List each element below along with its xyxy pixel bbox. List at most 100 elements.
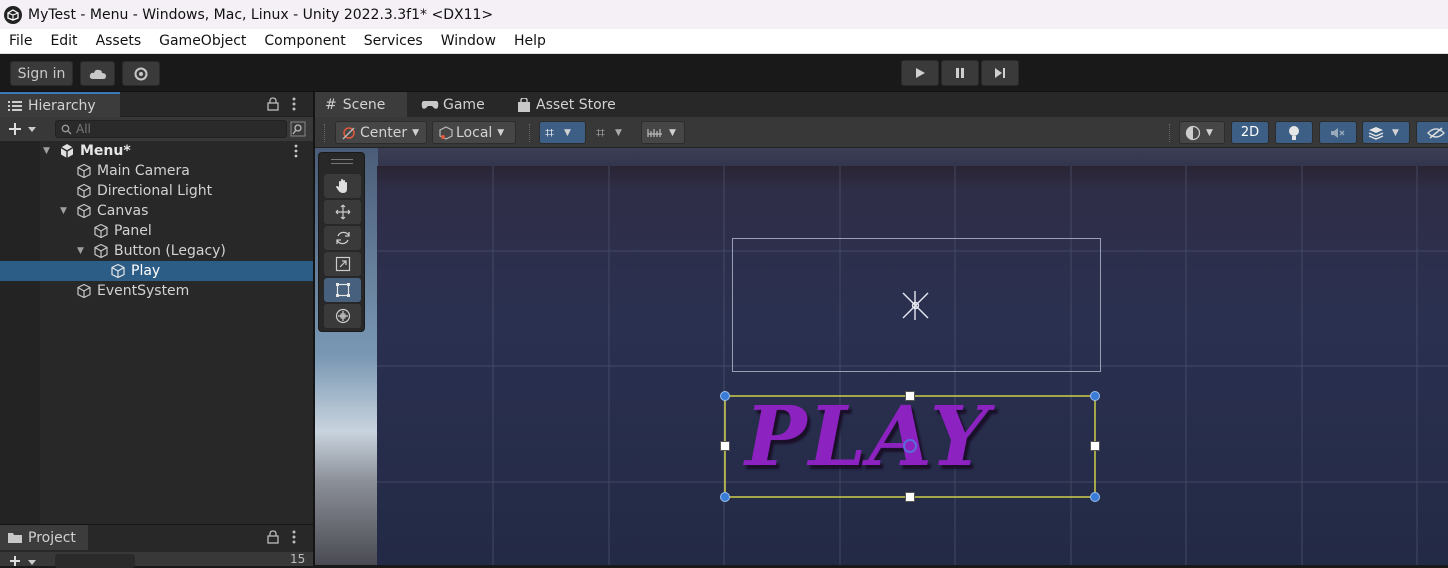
- project-tab-label: Project: [28, 529, 76, 546]
- palette-grip[interactable]: [331, 159, 353, 164]
- grid-snap-toggle[interactable]: ⌗ ▼: [539, 121, 586, 144]
- collab-button[interactable]: [122, 61, 160, 86]
- edge-handle[interactable]: [1090, 441, 1100, 451]
- pivot-dropdown[interactable]: Center ▼: [335, 121, 427, 144]
- rect-pivot-icon: [902, 291, 929, 320]
- menu-services[interactable]: Services: [355, 33, 432, 49]
- tool-palette: [318, 152, 365, 332]
- tab-asset-store[interactable]: Asset Store: [508, 92, 626, 117]
- chevron-down-icon: ▼: [412, 127, 420, 138]
- corner-handle[interactable]: [1090, 492, 1100, 502]
- tab-asset-store-label: Asset Store: [536, 96, 616, 113]
- pause-button[interactable]: [941, 60, 979, 86]
- toolbar-separator: [529, 124, 531, 142]
- hierarchy-item[interactable]: Directional Light: [0, 181, 313, 201]
- hierarchy-item[interactable]: ▼ Button (Legacy): [0, 241, 313, 261]
- move-arrows-icon: [335, 204, 350, 220]
- sign-in-button[interactable]: Sign in: [10, 61, 73, 86]
- play-button-text[interactable]: PLAY: [745, 396, 990, 478]
- corner-handle[interactable]: [1090, 391, 1100, 401]
- chevron-down-icon: ▼: [1392, 127, 1399, 138]
- cloud-button[interactable]: [80, 61, 115, 86]
- menu-file[interactable]: File: [0, 33, 41, 49]
- scene-name: Menu*: [80, 143, 131, 159]
- hand-tool[interactable]: [324, 174, 361, 198]
- tab-game[interactable]: Game: [411, 92, 495, 117]
- list-icon: [8, 100, 22, 111]
- kebab-menu-icon[interactable]: [291, 530, 297, 544]
- expand-arrow-icon[interactable]: ▼: [43, 146, 53, 156]
- edge-handle[interactable]: [720, 441, 730, 451]
- gear-icon: [134, 67, 148, 80]
- lock-icon[interactable]: [267, 97, 279, 111]
- project-search-input[interactable]: [55, 554, 135, 568]
- gameobject-cube-icon: [77, 203, 91, 219]
- rotate-tool[interactable]: [324, 226, 361, 250]
- hierarchy-item[interactable]: Panel: [0, 221, 313, 241]
- hierarchy-search-row: All: [0, 117, 313, 141]
- add-icon[interactable]: [8, 122, 38, 136]
- step-button[interactable]: [981, 60, 1019, 86]
- hierarchy-item[interactable]: Main Camera: [0, 161, 313, 181]
- increment-snap-toggle[interactable]: ⌗ ▼: [591, 121, 635, 144]
- tab-project[interactable]: Project: [0, 525, 88, 550]
- edge-handle[interactable]: [905, 492, 915, 502]
- add-icon[interactable]: [8, 554, 38, 566]
- project-panel: Project 15: [0, 524, 313, 568]
- tab-game-label: Game: [443, 96, 485, 113]
- play-button[interactable]: [901, 60, 939, 86]
- menu-edit[interactable]: Edit: [41, 33, 86, 49]
- tab-hierarchy[interactable]: Hierarchy: [0, 92, 120, 117]
- effects-dropdown[interactable]: ▼: [1362, 121, 1410, 144]
- menu-help[interactable]: Help: [505, 33, 555, 49]
- audio-toggle[interactable]: [1319, 121, 1357, 144]
- hierarchy-item[interactable]: ▼ Canvas: [0, 201, 313, 221]
- lock-icon[interactable]: [267, 530, 279, 544]
- chevron-down-icon: ▼: [497, 127, 505, 138]
- scene-kebab-icon[interactable]: [293, 144, 299, 158]
- expand-arrow-icon[interactable]: ▼: [60, 206, 70, 216]
- folder-icon: [8, 532, 22, 543]
- tab-scene[interactable]: # Scene: [315, 92, 407, 117]
- move-tool[interactable]: [324, 200, 361, 224]
- menu-window[interactable]: Window: [432, 33, 505, 49]
- hierarchy-item-label: Panel: [114, 223, 152, 239]
- corner-handle[interactable]: [720, 391, 730, 401]
- unity-logo-icon: [4, 5, 22, 24]
- chevron-down-icon: ▼: [615, 127, 622, 138]
- menu-assets[interactable]: Assets: [87, 33, 151, 49]
- expand-arrow-icon[interactable]: ▼: [77, 246, 87, 256]
- space-label: Local: [456, 124, 493, 141]
- scene-row-menu[interactable]: ▼ Menu*: [0, 141, 313, 161]
- lighting-toggle[interactable]: [1275, 121, 1313, 144]
- toolbar-separator: [1169, 124, 1171, 142]
- transform-tool[interactable]: [324, 304, 361, 328]
- scene-tab-bar: # Scene Game Asset Store: [315, 92, 1448, 117]
- shading-mode-dropdown[interactable]: ▼: [1179, 121, 1225, 144]
- 2d-toggle[interactable]: 2D: [1231, 121, 1269, 144]
- corner-handle[interactable]: [720, 492, 730, 502]
- ruler-icon: [647, 128, 662, 137]
- kebab-menu-icon[interactable]: [291, 97, 297, 111]
- chevron-down-icon: ▼: [564, 127, 571, 138]
- edge-handle[interactable]: [905, 391, 915, 401]
- toolbar-grip[interactable]: [324, 124, 326, 142]
- ruler-toggle[interactable]: ▼: [641, 121, 685, 144]
- hierarchy-item-selected[interactable]: Play: [0, 261, 313, 281]
- transform-icon: [335, 308, 350, 324]
- gameobject-cube-icon: [77, 283, 91, 299]
- scale-tool[interactable]: [324, 252, 361, 276]
- hierarchy-item-label: EventSystem: [97, 283, 190, 299]
- hierarchy-item[interactable]: EventSystem: [0, 281, 313, 301]
- lightbulb-icon: [1289, 125, 1299, 140]
- gamepad-icon: [421, 100, 439, 109]
- menu-gameobject[interactable]: GameObject: [150, 33, 255, 49]
- menu-component[interactable]: Component: [255, 33, 354, 49]
- scene-viewport[interactable]: PLAY: [315, 148, 1448, 565]
- space-dropdown[interactable]: Local ▼: [432, 121, 516, 144]
- rect-tool[interactable]: [324, 278, 361, 302]
- visibility-toggle[interactable]: [1416, 121, 1448, 144]
- scene-search-icon[interactable]: [290, 121, 306, 137]
- gameobject-cube-icon: [111, 263, 125, 279]
- hierarchy-search-input[interactable]: All: [55, 120, 287, 138]
